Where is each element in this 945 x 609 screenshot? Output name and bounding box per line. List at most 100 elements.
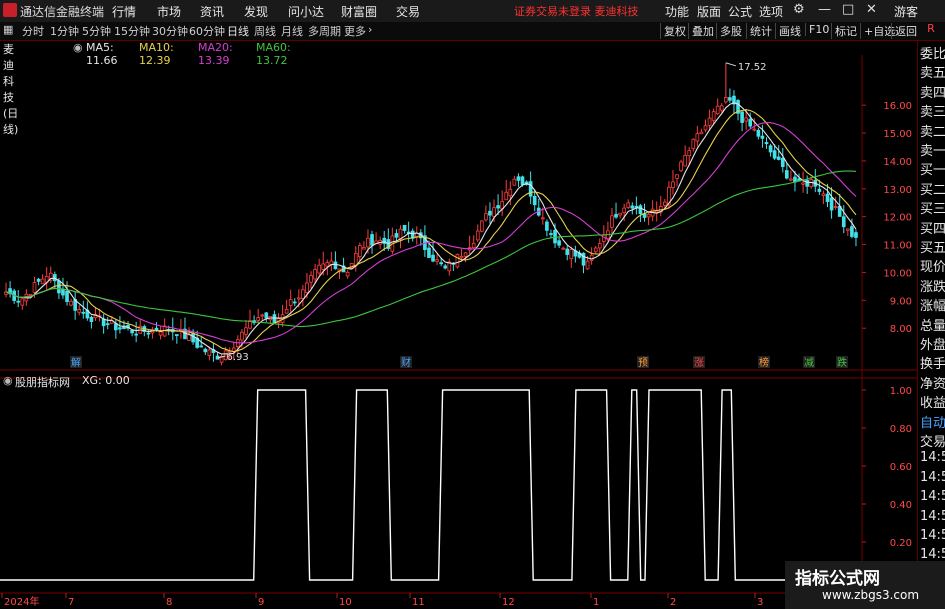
event-marker-6: 跌 (837, 356, 847, 369)
period-daily[interactable]: 日线 (227, 23, 249, 39)
btn-draw-line[interactable]: 画线 (775, 23, 804, 39)
period-15min[interactable]: 15分钟 (114, 23, 150, 39)
candle-body (764, 142, 769, 145)
period-weekly[interactable]: 周线 (254, 23, 276, 39)
menu-options[interactable]: 选项 (759, 3, 783, 20)
candle-body (825, 193, 830, 202)
candle-body (711, 111, 716, 121)
period-30min[interactable]: 30分钟 (152, 23, 188, 39)
y-tick-label: 8.00 (890, 324, 912, 335)
candle-body (557, 240, 561, 246)
btn-adjust[interactable]: 复权 (660, 23, 689, 39)
btn-multi-stock[interactable]: 多股 (716, 23, 745, 39)
candle-body (32, 282, 37, 293)
candle-body (89, 316, 94, 322)
kline-chart[interactable]: 16.0015.0014.0013.0012.0011.0010.009.008… (0, 55, 917, 609)
candle-body (789, 178, 793, 181)
candle-body (785, 170, 789, 179)
candle-body (545, 221, 549, 231)
candle-body (691, 138, 696, 149)
candle-body (829, 197, 834, 211)
candle-body (321, 263, 326, 270)
candle-body (81, 311, 86, 314)
candle-body (484, 213, 488, 221)
candle-body (69, 300, 73, 306)
x-axis-label: 11 (412, 597, 425, 608)
candle-body (817, 188, 822, 192)
period-5min[interactable]: 5分钟 (82, 23, 111, 39)
candle-body (821, 193, 826, 196)
minimize-icon[interactable]: — (818, 2, 831, 17)
side-panel-item: 总量 (920, 318, 945, 334)
period-more[interactable]: 更多 (344, 23, 366, 39)
x-axis-label: 10 (339, 597, 352, 608)
candle-body (20, 298, 25, 306)
candle-body (805, 179, 809, 187)
menu-market[interactable]: 市场 (157, 3, 181, 20)
period-multi[interactable]: 多周期 (308, 23, 341, 39)
maximize-icon[interactable]: □ (842, 2, 854, 17)
period-60min[interactable]: 60分钟 (189, 23, 225, 39)
login-notice[interactable]: 证券交易未登录 麦迪科技 (514, 3, 639, 19)
candle-body (707, 117, 712, 126)
candle-body (256, 317, 260, 321)
period-1min[interactable]: 1分钟 (50, 23, 79, 39)
menu-functions[interactable]: 功能 (665, 3, 689, 20)
candle-body (366, 237, 370, 248)
candle-body (114, 323, 118, 331)
candle-body (724, 97, 728, 103)
y-tick-label: 11.00 (883, 241, 912, 252)
indicator-tick-label: 0.80 (890, 424, 912, 435)
candle-body (345, 271, 350, 277)
candle-body (130, 329, 134, 334)
x-axis-label: 12 (502, 597, 515, 608)
btn-mark[interactable]: 标记 (831, 23, 860, 39)
ma-toggle-icon[interactable]: ◉ (73, 41, 83, 54)
x-axis-label: 3 (757, 597, 763, 608)
candle-body (549, 233, 553, 235)
candle-body (439, 262, 443, 265)
high-value-label: 17.52 (738, 62, 767, 73)
side-panel-item: 现价 (920, 260, 945, 276)
candle-body (272, 314, 277, 324)
candle-body (191, 333, 195, 343)
indicator-name[interactable]: 股朋指标网 (15, 374, 70, 390)
candle-body (158, 331, 163, 336)
candle-body (305, 282, 309, 293)
btn-statistics[interactable]: 统计 (746, 23, 775, 39)
candle-body (610, 215, 614, 228)
candle-body (492, 207, 496, 217)
candle-body (244, 327, 248, 335)
menu-market-quotes[interactable]: 行情 (112, 3, 136, 20)
candle-body (105, 323, 110, 326)
candle-body (671, 181, 675, 188)
candle-body (850, 226, 854, 237)
watermark-url: www.zbgs3.com (822, 588, 920, 602)
menu-news[interactable]: 资讯 (200, 3, 224, 20)
btn-overlay[interactable]: 叠加 (688, 23, 717, 39)
settings-icon[interactable]: ⚙ (793, 2, 805, 17)
candle-body (593, 247, 598, 253)
candle-body (394, 233, 399, 238)
menu-trade[interactable]: 交易 (396, 3, 420, 20)
indicator-toggle-icon[interactable]: ◉ (3, 374, 13, 387)
close-icon[interactable]: ✕ (866, 2, 877, 17)
candle-body (65, 290, 69, 302)
chevron-right-icon[interactable]: › (368, 23, 372, 36)
menu-discover[interactable]: 发现 (244, 3, 268, 20)
menu-assistant[interactable]: 问小达 (288, 3, 324, 20)
menu-formula[interactable]: 公式 (728, 3, 752, 20)
btn-f10[interactable]: F10 (805, 23, 832, 36)
btn-back[interactable]: 返回 (891, 23, 920, 39)
menu-wealth-circle[interactable]: 财富圈 (341, 3, 377, 20)
candle-body (528, 181, 533, 197)
menu-layout[interactable]: 版面 (697, 3, 721, 20)
side-panel-item: 交易 (920, 435, 945, 450)
period-intraday[interactable]: 分时 (22, 23, 44, 39)
candle-body (471, 242, 476, 249)
user-label[interactable]: 游客 (894, 3, 918, 20)
toolbar-grid-icon[interactable]: ▦ (3, 23, 13, 36)
period-monthly[interactable]: 月线 (281, 23, 303, 39)
candle-body (504, 191, 509, 201)
side-panel-item: 14:56 (920, 528, 945, 543)
